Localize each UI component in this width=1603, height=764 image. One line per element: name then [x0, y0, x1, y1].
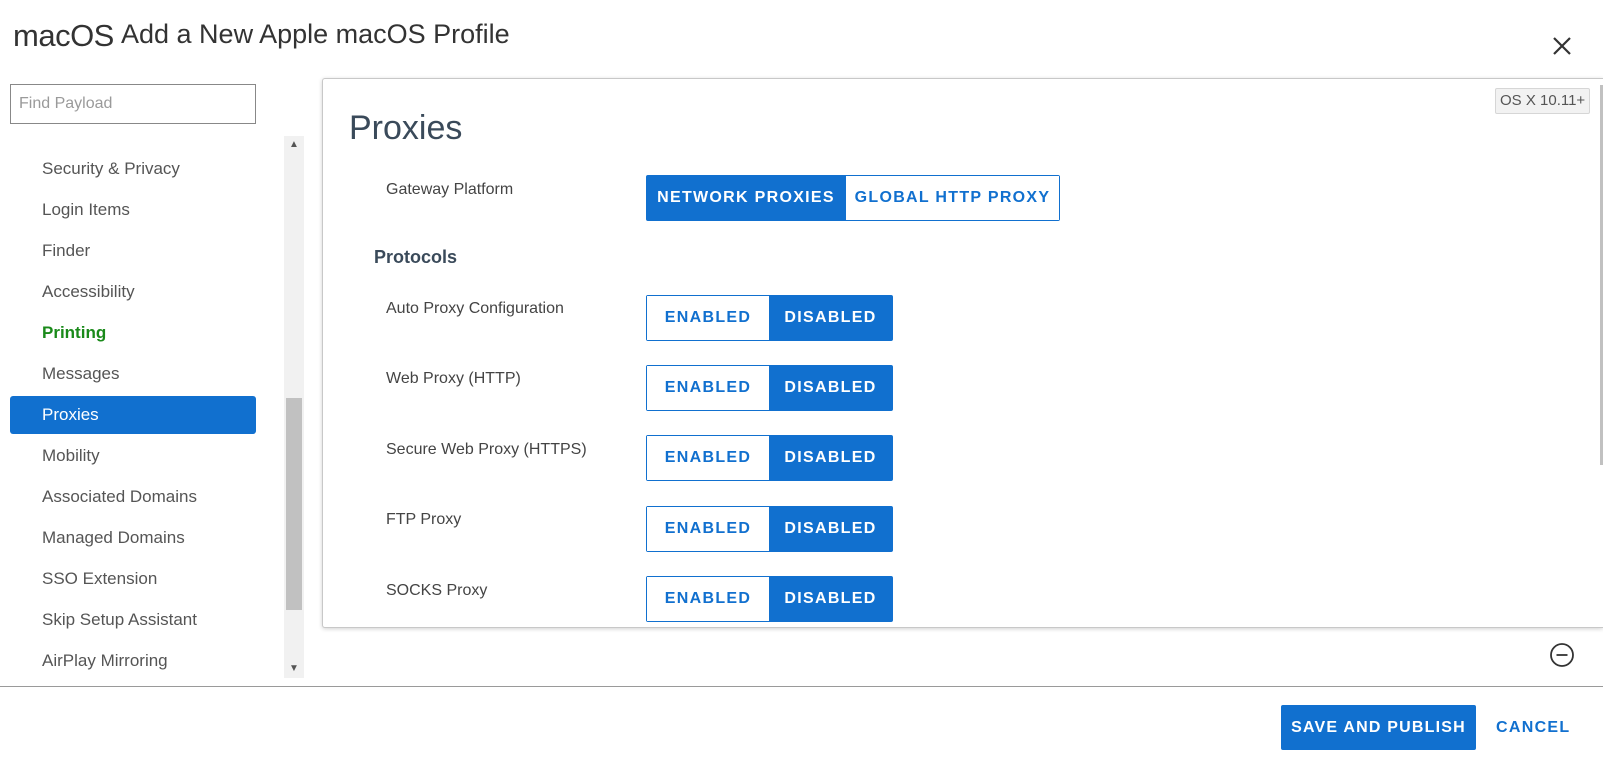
close-icon[interactable] [1548, 32, 1576, 60]
sidebar-item-messages[interactable]: Messages [10, 355, 256, 393]
enabled-option[interactable]: ENABLED [647, 296, 769, 340]
disabled-option[interactable]: DISABLED [769, 296, 892, 340]
auto-proxy-configuration-label: Auto Proxy Configuration [386, 300, 564, 317]
enabled-option[interactable]: ENABLED [647, 366, 769, 410]
sidebar-item-proxies[interactable]: Proxies [10, 396, 256, 434]
os-version-badge: OS X 10.11+ [1495, 88, 1591, 114]
scroll-down-arrow-icon[interactable]: ▼ [284, 660, 304, 678]
save-and-publish-button[interactable]: SAVE AND PUBLISH [1281, 705, 1476, 750]
brand-logo: macOS [13, 18, 114, 53]
sidebar-item-finder[interactable]: Finder [10, 232, 256, 270]
web-proxy-http-toggle: ENABLED DISABLED [646, 365, 893, 411]
sidebar-item-mobility[interactable]: Mobility [10, 437, 256, 475]
minus-circle-icon[interactable] [1549, 642, 1575, 668]
secure-web-proxy-https-toggle: ENABLED DISABLED [646, 435, 893, 481]
section-title: Proxies [349, 109, 463, 147]
page-title: Add a New Apple macOS Profile [121, 19, 510, 49]
sidebar-scrollbar[interactable]: ▲ ▼ [284, 136, 304, 678]
disabled-option[interactable]: DISABLED [769, 507, 892, 551]
cancel-button[interactable]: CANCEL [1496, 705, 1570, 750]
ftp-proxy-label: FTP Proxy [386, 511, 462, 528]
gateway-platform-toggle: NETWORK PROXIES GLOBAL HTTP PROXY [646, 175, 1060, 221]
disabled-option[interactable]: DISABLED [769, 436, 892, 480]
disabled-option[interactable]: DISABLED [769, 577, 892, 621]
scrollbar-thumb[interactable] [286, 398, 302, 610]
sidebar-item-accessibility[interactable]: Accessibility [10, 273, 256, 311]
proxies-panel: OS X 10.11+ Proxies Gateway Platform NET… [322, 78, 1603, 628]
sidebar-item-security-privacy[interactable]: Security & Privacy [10, 150, 256, 188]
secure-web-proxy-https-label: Secure Web Proxy (HTTPS) [386, 441, 587, 458]
ftp-proxy-toggle: ENABLED DISABLED [646, 506, 893, 552]
enabled-option[interactable]: ENABLED [647, 577, 769, 621]
enabled-option[interactable]: ENABLED [647, 436, 769, 480]
sidebar-item-associated-domains[interactable]: Associated Domains [10, 478, 256, 516]
find-payload-input[interactable] [10, 84, 256, 124]
network-proxies-option[interactable]: NETWORK PROXIES [647, 176, 845, 220]
sidebar-item-managed-domains[interactable]: Managed Domains [10, 519, 256, 557]
protocols-heading: Protocols [374, 247, 458, 267]
gateway-platform-label: Gateway Platform [386, 181, 514, 198]
disabled-option[interactable]: DISABLED [769, 366, 892, 410]
sidebar-item-printing[interactable]: Printing [10, 314, 256, 352]
socks-proxy-label: SOCKS Proxy [386, 582, 488, 599]
auto-proxy-configuration-toggle: ENABLED DISABLED [646, 295, 893, 341]
sidebar-item-sso-extension[interactable]: SSO Extension [10, 560, 256, 598]
socks-proxy-toggle: ENABLED DISABLED [646, 576, 893, 622]
sidebar-item-login-items[interactable]: Login Items [10, 191, 256, 229]
footer-divider [0, 686, 1603, 687]
enabled-option[interactable]: ENABLED [647, 507, 769, 551]
global-http-proxy-option[interactable]: GLOBAL HTTP PROXY [845, 176, 1059, 220]
scroll-up-arrow-icon[interactable]: ▲ [284, 136, 304, 154]
sidebar-item-skip-setup-assistant[interactable]: Skip Setup Assistant [10, 601, 256, 639]
sidebar-item-airplay-mirroring[interactable]: AirPlay Mirroring [10, 642, 256, 680]
web-proxy-http-label: Web Proxy (HTTP) [386, 370, 521, 387]
header: macOS Add a New Apple macOS Profile [0, 0, 1603, 76]
